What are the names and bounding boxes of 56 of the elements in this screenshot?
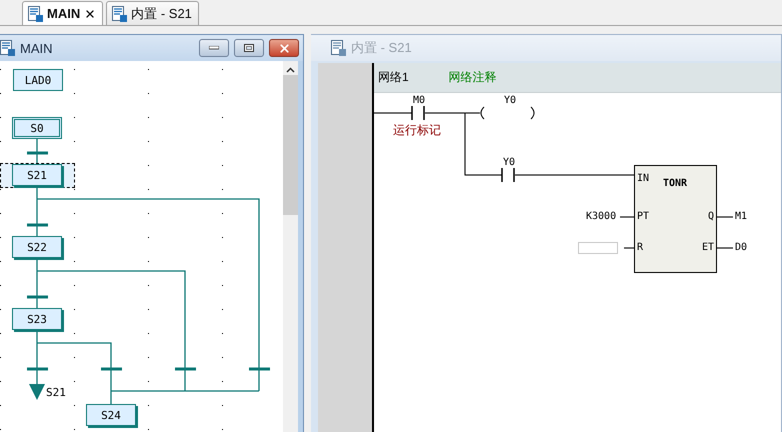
minimize-icon [209, 46, 219, 50]
close-icon [278, 42, 290, 54]
pin-operand: M1 [735, 211, 748, 223]
scroll-up-icon[interactable] [286, 67, 295, 73]
operand-field[interactable] [578, 242, 618, 254]
network-comment: 网络注释 [448, 69, 497, 86]
window-title: 内置 - S21 [351, 39, 413, 57]
document-icon [112, 6, 128, 22]
pin-label: ET [702, 242, 715, 254]
jump-arrow-icon [29, 384, 45, 400]
coil-operand: Y0 [504, 95, 516, 107]
contact-operand: M0 [413, 95, 426, 107]
close-icon[interactable] [84, 8, 96, 20]
document-tab[interactable]: MAIN [22, 1, 104, 25]
timer-name: TONR [663, 178, 688, 190]
pin-label: IN [637, 173, 650, 185]
pin-operand: K3000 [586, 211, 616, 223]
contact-symbol[interactable] [411, 105, 425, 121]
vertical-scrollbar[interactable] [283, 61, 298, 432]
transition-bar[interactable] [27, 368, 48, 370]
pin-label: Q [708, 211, 715, 223]
sfc-step[interactable]: S23 [12, 308, 62, 330]
pin-label: R [637, 242, 644, 254]
close-button[interactable] [269, 39, 299, 57]
wire [36, 139, 38, 164]
pin-operand: D0 [735, 242, 748, 254]
pin-label: PT [637, 211, 650, 223]
minimize-button[interactable] [199, 39, 229, 57]
sfc-step[interactable]: S0 [12, 117, 62, 139]
sfc-step[interactable]: S21 [12, 164, 62, 186]
coil-symbol[interactable] [480, 106, 534, 120]
network-label: 网络1 [378, 69, 409, 86]
ladder-block[interactable]: LAD0 [13, 69, 63, 91]
jump-target-label: S21 [46, 387, 66, 399]
transition-bar[interactable] [175, 368, 196, 370]
document-tab[interactable]: 内置 - S21 [106, 1, 199, 25]
document-icon [0, 40, 15, 56]
transition-bar[interactable] [27, 224, 48, 226]
window-title: MAIN [20, 40, 54, 56]
sfc-step[interactable]: S22 [12, 236, 62, 258]
sfc-step[interactable]: S24 [86, 404, 136, 426]
restore-button[interactable] [234, 39, 264, 57]
contact-symbol[interactable] [501, 167, 515, 183]
transition-bar[interactable] [27, 152, 48, 154]
timer-block[interactable] [634, 165, 717, 273]
document-icon [331, 40, 346, 56]
transition-bar[interactable] [27, 296, 48, 298]
scrollbar-thumb[interactable] [283, 75, 298, 215]
restore-icon [244, 44, 254, 52]
wire [716, 216, 734, 218]
document-icon [28, 6, 43, 22]
contact-operand: Y0 [503, 157, 516, 169]
transition-bar[interactable] [101, 368, 122, 370]
wire [620, 216, 634, 218]
contact-comment: 运行标记 [393, 124, 441, 136]
transition-bar[interactable] [249, 368, 270, 370]
